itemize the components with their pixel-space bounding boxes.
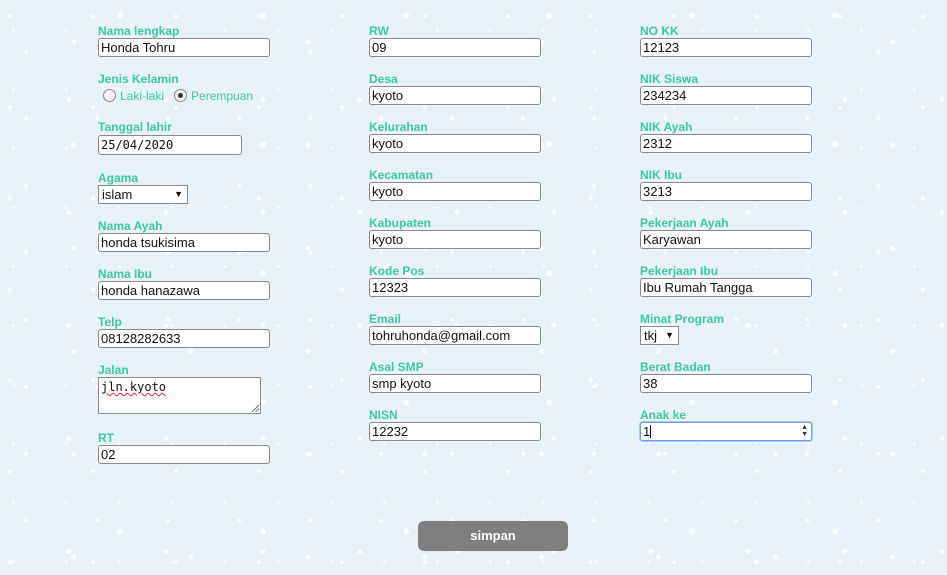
rw-label: RW [369,24,389,38]
nisn-input[interactable]: 12232 [369,422,541,441]
anak-ke-input[interactable]: 1 ▲ ▼ [640,422,812,441]
kelurahan-input[interactable]: kyoto [369,134,541,153]
nik-siswa-label: NIK Siswa [640,72,699,86]
anak-ke-value: 1 [643,424,651,439]
email-input[interactable]: tohruhonda@gmail.com [369,326,541,345]
nik-ibu-input[interactable]: 3213 [640,182,812,201]
rw-input[interactable]: 09 [369,38,541,57]
chevron-down-icon: ▼ [665,330,674,340]
no-kk-input[interactable]: 12123 [640,38,812,57]
nisn-label: NISN [369,408,398,422]
telp-label: Telp [98,315,122,329]
kecamatan-label: Kecamatan [369,168,434,182]
pekerjaan-ibu-label: Pekerjaan Ibu [640,264,719,278]
agama-select-value: islam [102,187,133,202]
pekerjaan-ayah-input[interactable]: Karyawan [640,230,812,249]
asal-smp-input[interactable]: smp kyoto [369,374,541,393]
tanggal-lahir-label: Tanggal lahir [98,120,172,134]
number-spinner-icon[interactable]: ▲ ▼ [801,424,808,438]
nama-ayah-input[interactable]: honda tsukisima [98,233,270,252]
desa-label: Desa [369,72,398,86]
desa-input[interactable]: kyoto [369,86,541,105]
nama-ibu-label: Nama Ibu [98,267,153,281]
simpan-button[interactable]: simpan [418,521,568,551]
jalan-textarea-value: jln.kyoto [101,380,167,394]
berat-badan-label: Berat Badan [640,360,711,374]
asal-smp-label: Asal SMP [369,360,424,374]
telp-input[interactable]: 08128282633 [98,329,270,348]
rt-label: RT [98,431,114,445]
kode-pos-input[interactable]: 12323 [369,278,541,297]
nama-lengkap-input[interactable]: Honda Tohru [98,38,270,57]
minat-program-label: Minat Program [640,312,725,326]
nama-ayah-label: Nama Ayah [98,219,163,233]
resize-handle-icon[interactable] [252,405,259,412]
email-label: Email [369,312,402,326]
jenis-kelamin-group: Laki-laki Perempuan [103,89,253,103]
minat-program-select[interactable]: tkj ▼ [640,326,679,345]
text-caret [650,425,652,438]
agama-select[interactable]: islam ▼ [98,185,188,204]
berat-badan-input[interactable]: 38 [640,374,812,393]
kelurahan-label: Kelurahan [369,120,428,134]
nama-lengkap-label: Nama lengkap [98,24,180,38]
chevron-down-icon: ▼ [174,189,183,199]
kabupaten-label: Kabupaten [369,216,432,230]
no-kk-label: NO KK [640,24,679,38]
nama-ibu-input[interactable]: honda hanazawa [98,281,270,300]
nik-ayah-label: NIK Ayah [640,120,693,134]
radio-laki-laki-label[interactable]: Laki-laki [120,89,164,103]
agama-label: Agama [98,171,139,185]
jalan-label: Jalan [98,363,129,377]
anak-ke-label: Anak ke [640,408,687,422]
radio-laki-laki[interactable] [103,89,116,102]
tanggal-lahir-input[interactable]: 25/04/2020 [98,135,242,155]
radio-perempuan[interactable] [174,89,188,102]
minat-program-select-value: tkj [644,328,657,343]
kode-pos-label: Kode Pos [369,264,425,278]
kecamatan-input[interactable]: kyoto [369,182,541,201]
pekerjaan-ayah-label: Pekerjaan Ayah [640,216,729,230]
nik-ayah-input[interactable]: 2312 [640,134,812,153]
jenis-kelamin-label: Jenis Kelamin [98,72,179,86]
rt-input[interactable]: 02 [98,445,270,464]
radio-perempuan-label[interactable]: Perempuan [191,89,253,103]
pekerjaan-ibu-input[interactable]: Ibu Rumah Tangga [640,278,812,297]
nik-ibu-label: NIK Ibu [640,168,682,182]
nik-siswa-input[interactable]: 234234 [640,86,812,105]
kabupaten-input[interactable]: kyoto [369,230,541,249]
jalan-textarea[interactable]: jln.kyoto [98,377,261,414]
